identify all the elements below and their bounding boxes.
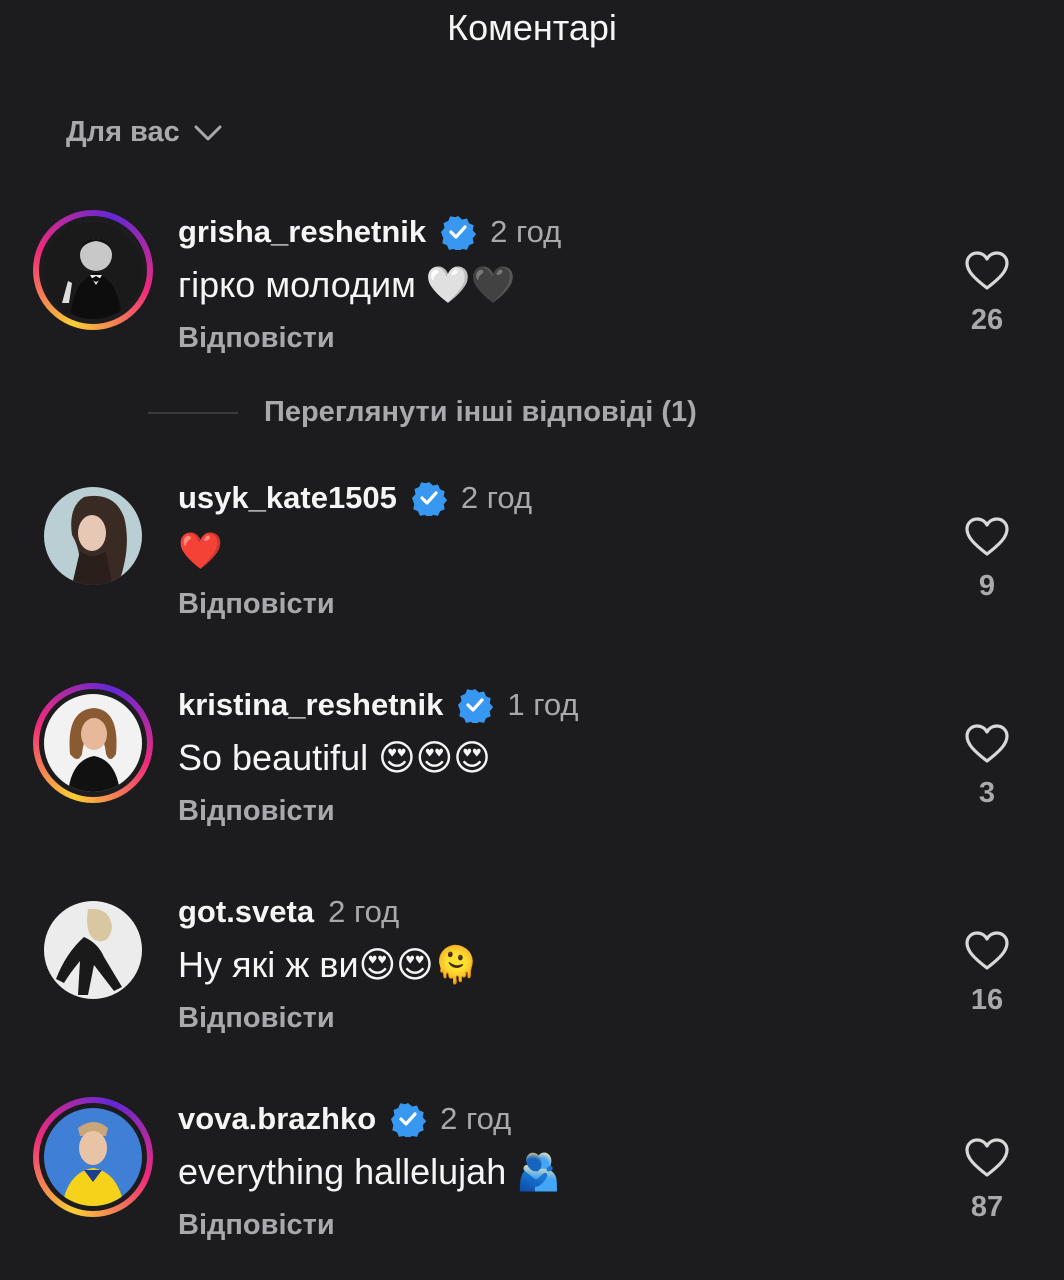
comment-time: 2 год [490,214,562,249]
sort-dropdown[interactable]: Для вас [66,116,222,149]
verified-badge-icon [390,1101,427,1137]
comment-item: grisha_reshetnik 2 год гірко молодим 🤍🖤 … [0,210,1064,370]
comment-time: 2 год [328,894,400,929]
verified-badge-icon [440,214,477,250]
reply-button[interactable]: Відповісти [178,795,335,828]
comment-username[interactable]: usyk_kate1505 [178,480,397,516]
comment-text: everything hallelujah 🫂 [178,1151,562,1192]
like-button[interactable] [962,930,1012,977]
view-more-replies[interactable]: Переглянути інші відповіді (1) [148,396,697,429]
comment-text: So beautiful 😍😍😍 [178,737,491,778]
sort-label: Для вас [66,116,180,148]
like-button[interactable] [962,723,1012,770]
comment-time: 1 год [507,687,579,722]
comment-username[interactable]: grisha_reshetnik [178,214,426,250]
heart-icon [965,1138,1009,1177]
avatar[interactable] [33,683,153,803]
comment-text: ❤️ [178,530,223,571]
comment-username[interactable]: got.sveta [178,894,314,930]
chevron-down-icon [194,125,222,140]
comment-item: got.sveta 2 год Ну які ж ви😍😍🫠 Відповіст… [0,890,1064,1050]
reply-button[interactable]: Відповісти [178,1002,335,1035]
like-count: 87 [970,1191,1004,1223]
comment-item: usyk_kate1505 2 год ❤️ Відповісти 9 [0,476,1064,636]
avatar[interactable] [33,210,153,330]
view-more-replies-label[interactable]: Переглянути інші відповіді (1) [264,396,697,429]
like-count: 3 [978,777,996,809]
like-count: 9 [978,570,996,602]
comment-username[interactable]: kristina_reshetnik [178,687,443,723]
like-button[interactable] [962,516,1012,563]
reply-button[interactable]: Відповісти [178,588,335,621]
like-button[interactable] [962,1137,1012,1184]
reply-button[interactable]: Відповісти [178,322,335,355]
reply-button[interactable]: Відповісти [178,1209,335,1242]
like-count: 16 [970,984,1004,1016]
heart-icon [965,724,1009,763]
heart-icon [965,931,1009,970]
comment-item: vova.brazhko 2 год everything hallelujah… [0,1097,1064,1257]
comment-time: 2 год [440,1101,512,1136]
verified-badge-icon [457,687,494,723]
comment-text: Ну які ж ви😍😍🫠 [178,944,479,985]
comment-item: kristina_reshetnik 1 год So beautiful 😍😍… [0,683,1064,843]
comment-username[interactable]: vova.brazhko [178,1101,376,1137]
verified-badge-icon [411,480,447,516]
divider [148,411,238,414]
heart-icon [965,251,1009,290]
heart-icon [965,517,1009,556]
comment-text: гірко молодим 🤍🖤 [178,264,516,305]
page-title: Коментарі [447,7,617,48]
like-button[interactable] [962,250,1012,297]
avatar[interactable] [33,1097,153,1217]
like-count: 26 [970,304,1004,336]
avatar[interactable] [33,890,153,1010]
avatar[interactable] [33,476,153,596]
comment-time: 2 год [460,480,533,515]
